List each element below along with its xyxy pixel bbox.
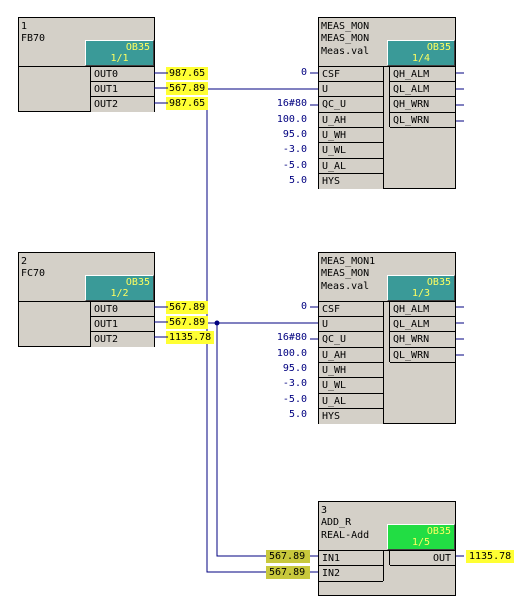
runtime-tag[interactable]: OB35 1/3 xyxy=(387,275,455,301)
param-qc-u[interactable]: 16#80 xyxy=(260,97,310,110)
value-fb70-out0[interactable]: 987.65 xyxy=(166,67,208,80)
block-fc70[interactable]: 2 FC70 OB35 1/2 OUT0 OUT1 OUT2 xyxy=(18,252,155,347)
block-comment: Meas.val xyxy=(321,281,370,292)
value-add-in1[interactable]: 567.89 xyxy=(266,550,310,563)
wire-junction-dot xyxy=(214,320,220,326)
pin-ql-alm[interactable]: QL_ALM xyxy=(390,316,455,332)
param-u-wl[interactable]: -3.0 xyxy=(260,143,310,156)
pin-csf[interactable]: CSF xyxy=(319,66,383,82)
block-fb70[interactable]: 1 FB70 OB35 1/1 OUT0 OUT1 OUT2 xyxy=(18,17,155,112)
runtime-tag[interactable]: OB35 1/2 xyxy=(85,275,154,301)
runtime-seq: 1/4 xyxy=(411,53,431,64)
param-u-al[interactable]: -5.0 xyxy=(260,393,310,406)
value-add-out[interactable]: 1135.78 xyxy=(466,550,514,563)
pin-qc-u[interactable]: QC_U xyxy=(319,96,383,112)
param-csf[interactable]: 0 xyxy=(260,66,310,79)
block-type: MEAS_MON xyxy=(321,33,370,44)
pin-hys[interactable]: HYS xyxy=(319,173,383,189)
pin-u-ah[interactable]: U_AH xyxy=(319,112,383,128)
pin-ql-wrn[interactable]: QL_WRN xyxy=(390,112,455,128)
pin-out0[interactable]: OUT0 xyxy=(91,301,154,317)
pin-out2[interactable]: OUT2 xyxy=(91,331,154,347)
runtime-tag[interactable]: OB35 1/5 xyxy=(387,524,455,550)
pin-u-wl[interactable]: U_WL xyxy=(319,142,383,158)
runtime-tag[interactable]: OB35 1/4 xyxy=(387,40,455,66)
param-u-wh[interactable]: 95.0 xyxy=(260,362,310,375)
pin-out1[interactable]: OUT1 xyxy=(91,81,154,97)
pin-ql-alm[interactable]: QL_ALM xyxy=(390,81,455,97)
block-type: FB70 xyxy=(21,33,46,44)
pin-out0[interactable]: OUT0 xyxy=(91,66,154,82)
block-comment: REAL-Add xyxy=(321,530,370,541)
pin-out1[interactable]: OUT1 xyxy=(91,316,154,332)
pin-in2[interactable]: IN2 xyxy=(319,565,383,582)
value-fc70-out2[interactable]: 1135.78 xyxy=(166,331,214,344)
value-fc70-out0[interactable]: 567.89 xyxy=(166,301,208,314)
pin-csf[interactable]: CSF xyxy=(319,301,383,317)
param-u-al[interactable]: -5.0 xyxy=(260,159,310,172)
block-meas-mon1[interactable]: MEAS_MON1 MEAS_MON Meas.val OB35 1/3 CSF… xyxy=(318,252,456,424)
block-number: 1 xyxy=(21,21,28,32)
value-fb70-out1[interactable]: 567.89 xyxy=(166,82,208,95)
block-number: 3 xyxy=(321,505,328,516)
block-type: FC70 xyxy=(21,268,46,279)
runtime-ob: OB35 xyxy=(125,42,150,53)
fc70-output-stubs xyxy=(154,306,168,338)
pin-u-al[interactable]: U_AL xyxy=(319,158,383,174)
value-add-in2[interactable]: 567.89 xyxy=(266,566,310,579)
param-u-wh[interactable]: 95.0 xyxy=(260,128,310,141)
fb70-output-stubs xyxy=(154,72,168,104)
runtime-seq: 1/1 xyxy=(110,53,129,64)
pin-u[interactable]: U xyxy=(319,81,383,97)
param-hys[interactable]: 5.0 xyxy=(260,408,310,421)
pin-u-wl[interactable]: U_WL xyxy=(319,377,383,393)
pin-qh-alm[interactable]: QH_ALM xyxy=(390,301,455,317)
runtime-seq: 1/5 xyxy=(411,537,431,548)
block-add-r[interactable]: 3 ADD_R REAL-Add OB35 1/5 IN1 IN2 OUT xyxy=(318,501,456,596)
runtime-ob: OB35 xyxy=(426,526,451,537)
value-fc70-out1[interactable]: 567.89 xyxy=(166,316,208,329)
pin-u-ah[interactable]: U_AH xyxy=(319,347,383,363)
param-u-wl[interactable]: -3.0 xyxy=(260,377,310,390)
param-hys[interactable]: 5.0 xyxy=(260,174,310,187)
pin-u-al[interactable]: U_AL xyxy=(319,393,383,409)
runtime-ob: OB35 xyxy=(426,277,451,288)
pin-ql-wrn[interactable]: QL_WRN xyxy=(390,347,455,363)
block-instance-name: MEAS_MON1 xyxy=(321,256,376,267)
runtime-ob: OB35 xyxy=(125,277,150,288)
pin-qh-alm[interactable]: QH_ALM xyxy=(390,66,455,82)
pin-qh-wrn[interactable]: QH_WRN xyxy=(390,331,455,347)
runtime-seq: 1/3 xyxy=(411,288,431,299)
param-qc-u[interactable]: 16#80 xyxy=(260,331,310,344)
block-instance-name: MEAS_MON xyxy=(321,21,370,32)
block-comment: Meas.val xyxy=(321,46,370,57)
pin-out2[interactable]: OUT2 xyxy=(91,96,154,112)
pin-hys[interactable]: HYS xyxy=(319,408,383,424)
param-csf[interactable]: 0 xyxy=(260,300,310,313)
pin-qh-wrn[interactable]: QH_WRN xyxy=(390,96,455,112)
param-u-ah[interactable]: 100.0 xyxy=(260,347,310,360)
pin-u-wh[interactable]: U_WH xyxy=(319,362,383,378)
pin-u-wh[interactable]: U_WH xyxy=(319,127,383,143)
pin-u[interactable]: U xyxy=(319,316,383,332)
pin-qc-u[interactable]: QC_U xyxy=(319,331,383,347)
block-type: ADD_R xyxy=(321,517,352,528)
runtime-tag[interactable]: OB35 1/1 xyxy=(85,40,154,66)
runtime-seq: 1/2 xyxy=(110,288,129,299)
runtime-ob: OB35 xyxy=(426,42,451,53)
pin-out[interactable]: OUT xyxy=(390,550,455,566)
value-fb70-out2[interactable]: 987.65 xyxy=(166,97,208,110)
block-number: 2 xyxy=(21,256,28,267)
block-meas-mon[interactable]: MEAS_MON MEAS_MON Meas.val OB35 1/4 CSF … xyxy=(318,17,456,189)
block-type: MEAS_MON xyxy=(321,268,370,279)
pin-in1[interactable]: IN1 xyxy=(319,550,383,566)
param-u-ah[interactable]: 100.0 xyxy=(260,113,310,126)
